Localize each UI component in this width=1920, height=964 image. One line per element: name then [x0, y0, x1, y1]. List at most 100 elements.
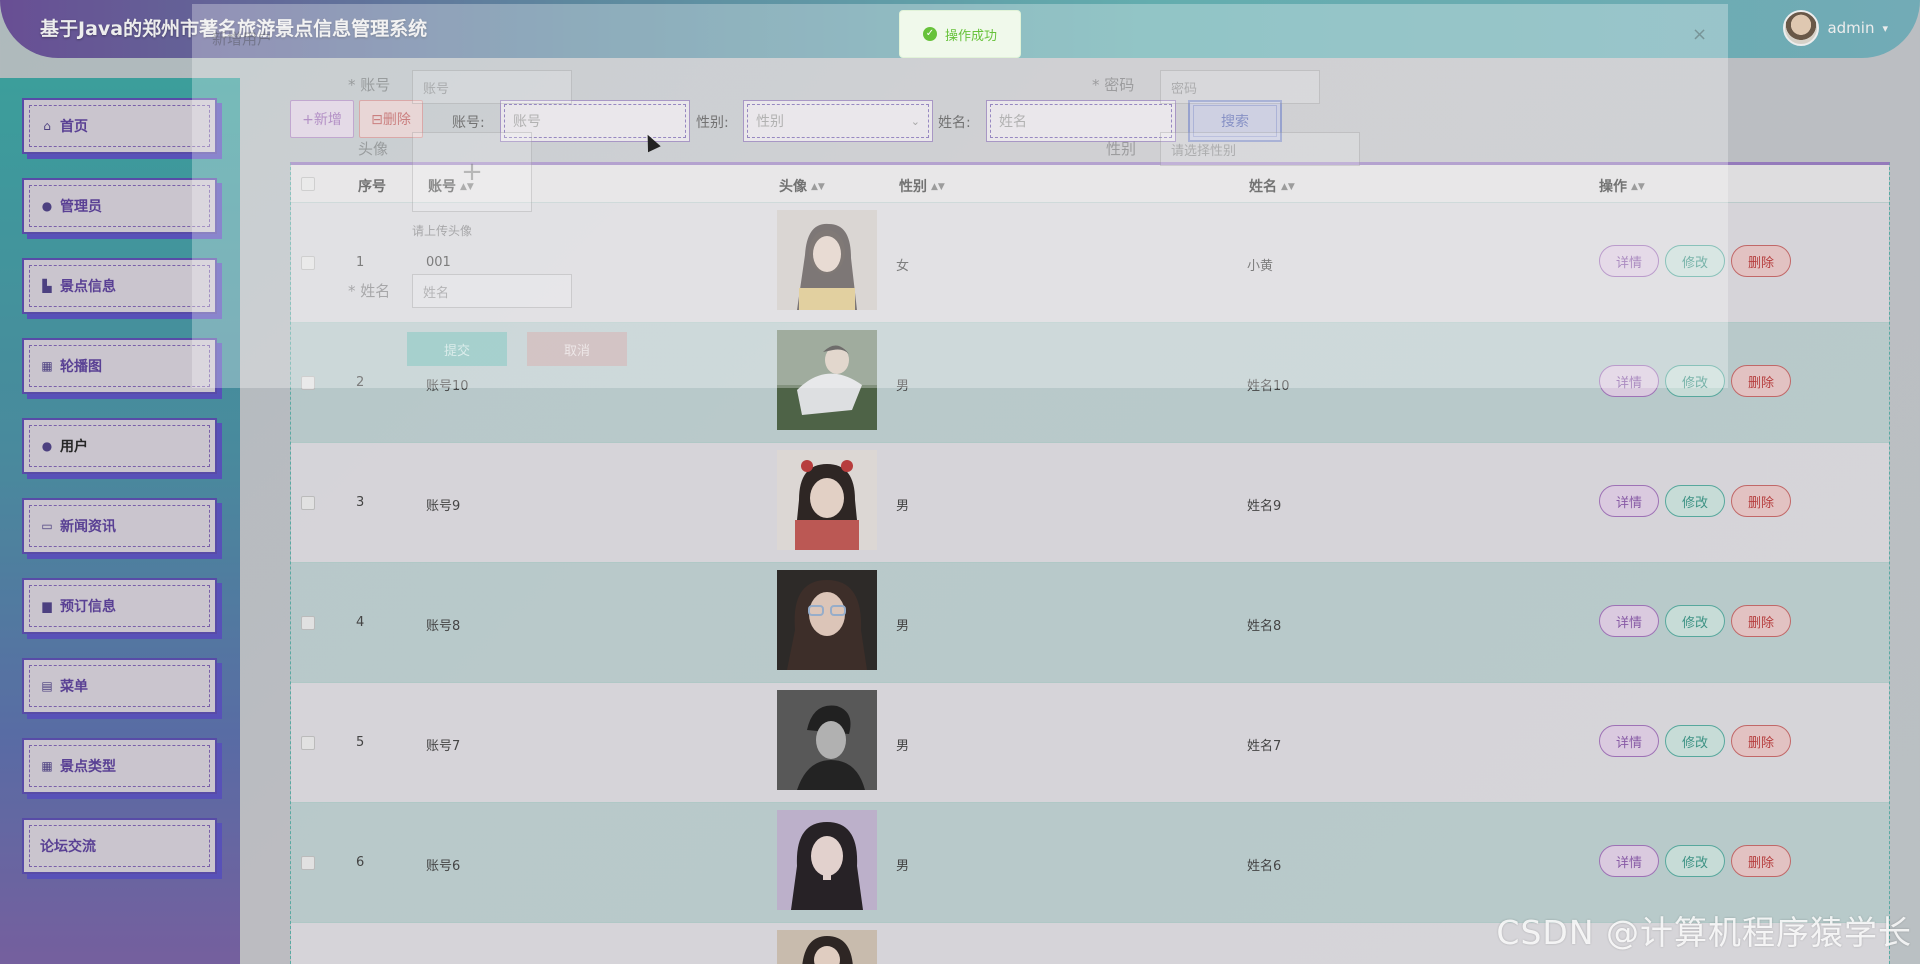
row-gender: 男: [896, 619, 910, 634]
row-name: 姓名6: [1247, 859, 1282, 874]
table-row[interactable]: 6 账号6 男 姓名6 详情 修改 删除: [291, 803, 1889, 923]
grid-icon: ▦: [41, 759, 53, 773]
row-name: 姓名10: [1247, 379, 1290, 394]
sidebar-item-booking[interactable]: ▆ 预订信息: [22, 578, 217, 634]
row-avatar-image[interactable]: [777, 810, 877, 910]
sidebar-item-scenic-type[interactable]: ▦ 景点类型: [22, 738, 217, 794]
col-gender[interactable]: 性别 ▲▼: [899, 176, 945, 196]
row-avatar-image[interactable]: [777, 930, 877, 964]
edit-button[interactable]: 修改: [1665, 605, 1725, 637]
row-gender: 男: [896, 859, 910, 874]
sidebar-item-menu[interactable]: ▤ 菜单: [22, 658, 217, 714]
col-account[interactable]: 账号 ▲▼: [428, 176, 474, 196]
row-name: 小黄: [1247, 259, 1274, 274]
detail-button[interactable]: 详情: [1599, 845, 1659, 877]
row-gender: 男: [896, 379, 910, 394]
col-name[interactable]: 姓名 ▲▼: [1249, 176, 1295, 196]
sidebar-item-forum[interactable]: 论坛交流: [22, 818, 217, 874]
delete-button[interactable]: 删除: [1731, 845, 1791, 877]
row-checkbox[interactable]: [301, 256, 315, 270]
sidebar-item-label: 景点类型: [60, 759, 116, 775]
table-row[interactable]: 3 账号9 男 姓名9 详情 修改 删除: [291, 443, 1889, 563]
row-name: 姓名7: [1247, 739, 1282, 754]
delete-button[interactable]: 删除: [1731, 605, 1791, 637]
sidebar-item-carousel[interactable]: ▦ 轮播图: [22, 338, 217, 394]
row-avatar-image[interactable]: [777, 330, 877, 430]
batch-delete-button[interactable]: ⊟删除: [359, 100, 423, 138]
table-header: 序号 账号 ▲▼ 头像 ▲▼ 性别 ▲▼ 姓名 ▲▼ 操作 ▲▼: [291, 165, 1889, 203]
sort-icon[interactable]: ▲▼: [811, 182, 825, 191]
edit-button[interactable]: 修改: [1665, 845, 1725, 877]
sort-icon[interactable]: ▲▼: [1281, 182, 1295, 191]
user-avatar[interactable]: [1783, 10, 1820, 46]
account-placeholder: 账号: [513, 114, 541, 130]
user-menu[interactable]: admin ▾: [1783, 10, 1888, 46]
chevron-down-icon[interactable]: ▾: [1882, 22, 1888, 35]
sidebar-item-news[interactable]: ▭ 新闻资讯: [22, 498, 217, 554]
row-name: 姓名8: [1247, 619, 1282, 634]
row-gender: 女: [896, 259, 910, 274]
sidebar-item-scenic-info[interactable]: ▙ 景点信息: [22, 258, 217, 314]
delete-button[interactable]: 删除: [1731, 725, 1791, 757]
sidebar-item-label: 论坛交流: [40, 839, 96, 855]
sidebar-item-label: 管理员: [60, 199, 102, 215]
gender-select[interactable]: 性别 ⌄: [743, 100, 933, 142]
home-icon: ⌂: [43, 119, 51, 133]
image-icon: ▦: [41, 359, 53, 373]
select-all-checkbox[interactable]: [301, 177, 315, 191]
detail-button[interactable]: 详情: [1599, 485, 1659, 517]
edit-button[interactable]: 修改: [1665, 725, 1725, 757]
row-checkbox[interactable]: [301, 736, 315, 750]
table-row[interactable]: 5 账号7 男 姓名7 详情 修改 删除: [291, 683, 1889, 803]
account-search-input[interactable]: 账号: [500, 100, 690, 142]
detail-button[interactable]: 详情: [1599, 725, 1659, 757]
sidebar-item-users[interactable]: ● 用户: [22, 418, 217, 474]
row-checkbox[interactable]: [301, 496, 315, 510]
col-avatar[interactable]: 头像 ▲▼: [779, 176, 825, 196]
sort-icon[interactable]: ▲▼: [460, 182, 474, 191]
row-index: 4: [356, 615, 365, 630]
delete-button[interactable]: 删除: [1731, 485, 1791, 517]
dialog-account-label: * 账号: [348, 76, 391, 94]
sidebar-item-label: 轮播图: [60, 359, 102, 375]
sort-icon[interactable]: ▲▼: [1631, 182, 1645, 191]
username[interactable]: admin: [1827, 19, 1874, 37]
row-checkbox[interactable]: [301, 856, 315, 870]
table-row[interactable]: 1 001 女 小黄 详情 修改 删除: [291, 203, 1889, 323]
table-row[interactable]: 4 账号8 男 姓名8 详情 修改 删除: [291, 563, 1889, 683]
row-avatar-image[interactable]: [777, 570, 877, 670]
col-actions[interactable]: 操作 ▲▼: [1599, 176, 1645, 196]
row-index: 2: [356, 375, 365, 390]
edit-button[interactable]: 修改: [1665, 485, 1725, 517]
table-row[interactable]: 2 账号10 男 姓名10 详情 修改 删除: [291, 323, 1889, 443]
row-avatar-image[interactable]: [777, 210, 877, 310]
row-index: 6: [356, 855, 365, 870]
row-account: 账号6: [426, 859, 461, 874]
row-gender: 男: [896, 739, 910, 754]
detail-button[interactable]: 详情: [1599, 245, 1659, 277]
row-avatar-image[interactable]: [777, 690, 877, 790]
row-account: 账号9: [426, 499, 461, 514]
delete-button[interactable]: 删除: [1731, 365, 1791, 397]
edit-button[interactable]: 修改: [1665, 365, 1725, 397]
dialog-avatar-label: 头像: [358, 140, 389, 158]
row-checkbox[interactable]: [301, 616, 315, 630]
edit-button[interactable]: 修改: [1665, 245, 1725, 277]
delete-button[interactable]: 删除: [1731, 245, 1791, 277]
detail-button[interactable]: 详情: [1599, 605, 1659, 637]
sidebar-item-admin[interactable]: ● 管理员: [22, 178, 217, 234]
detail-button[interactable]: 详情: [1599, 365, 1659, 397]
row-checkbox[interactable]: [301, 376, 315, 390]
row-avatar-image[interactable]: [777, 450, 877, 550]
row-index: 5: [356, 735, 365, 750]
sidebar-item-home[interactable]: ⌂ 首页: [22, 98, 217, 154]
person-icon: ●: [41, 439, 53, 453]
search-button[interactable]: 搜索: [1188, 100, 1282, 142]
add-button[interactable]: +新增: [290, 100, 354, 138]
row-account: 账号8: [426, 619, 461, 634]
news-icon: ▭: [41, 519, 53, 533]
name-search-input[interactable]: 姓名: [986, 100, 1176, 142]
sort-icon[interactable]: ▲▼: [931, 182, 945, 191]
system-title: 基于Java的郑州市著名旅游景点信息管理系统: [40, 18, 428, 40]
sidebar-item-label: 首页: [60, 119, 88, 135]
